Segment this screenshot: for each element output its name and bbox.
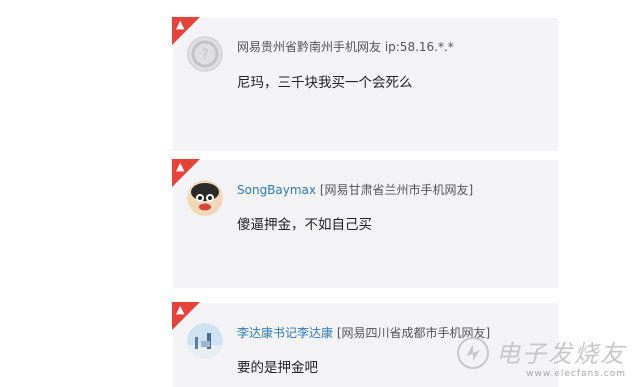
comment-meta: 李达康书记李达康 [网易四川省成都市手机网友] xyxy=(237,324,490,341)
flame-icon: ▲ xyxy=(176,160,185,173)
watermark-url: www.elecfans.com xyxy=(526,369,626,379)
comment-card: ▲ ? 网易贵州省黔南州手机网友 ip:58.16.*.* 尼玛，三千块我买一个… xyxy=(172,17,558,151)
username-link[interactable]: SongBaymax xyxy=(237,183,316,197)
comment-location: [网易甘肃省兰州市手机网友] xyxy=(319,183,474,197)
watermark-title: 电子发烧友 xyxy=(496,340,626,368)
flame-icon: ▲ xyxy=(176,303,185,316)
watermark: 电子发烧友 www.elecfans.com xyxy=(457,334,626,379)
comment-location: 网易贵州省黔南州手机网友 ip:58.16.*.* xyxy=(237,40,454,54)
svg-text:?: ? xyxy=(201,47,208,63)
avatar[interactable] xyxy=(187,323,223,359)
avatar[interactable]: ? xyxy=(187,36,223,72)
flame-icon: ▲ xyxy=(176,18,185,31)
comment-card: ▲ SongBaymax [网易甘肃省兰州市手机网友] 傻逼押金，不如自己买 xyxy=(172,159,558,288)
elecfans-logo-icon xyxy=(457,337,489,369)
username-link[interactable]: 李达康书记李达康 xyxy=(237,326,333,340)
avatar[interactable] xyxy=(187,180,223,216)
comment-text: 傻逼押金，不如自己买 xyxy=(237,217,372,233)
comment-text: 要的是押金吧 xyxy=(237,360,318,376)
comment-text: 尼玛，三千块我买一个会死么 xyxy=(237,75,413,91)
comment-meta: SongBaymax [网易甘肃省兰州市手机网友] xyxy=(237,181,473,198)
comment-meta: 网易贵州省黔南州手机网友 ip:58.16.*.* xyxy=(237,38,454,55)
